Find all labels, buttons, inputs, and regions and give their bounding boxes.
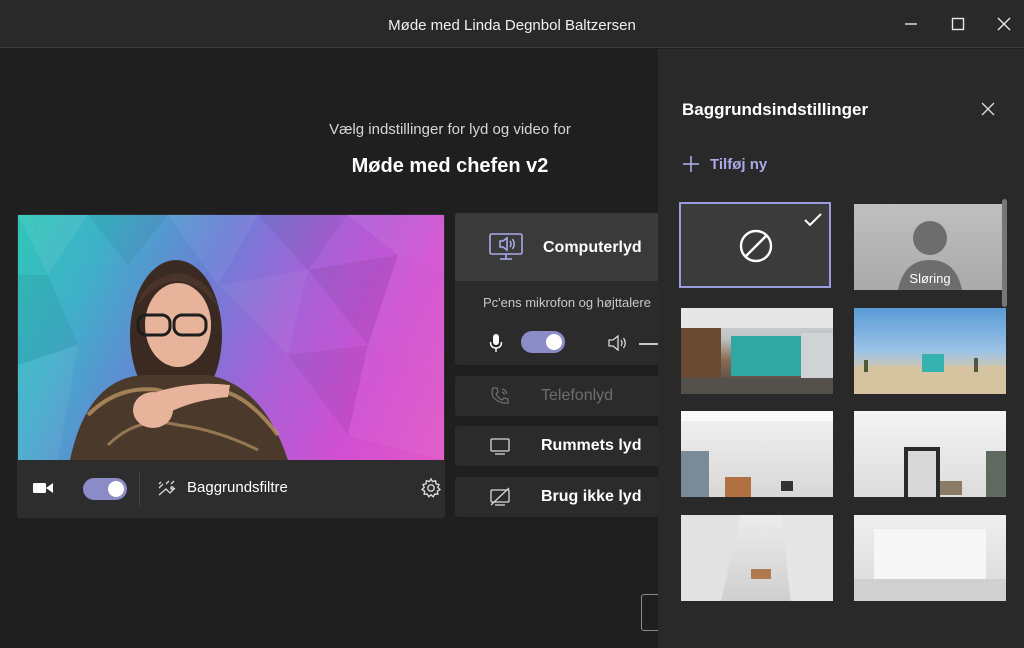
- no-audio-option[interactable]: Brug ikke lyd: [455, 477, 665, 517]
- gear-icon[interactable]: [420, 477, 442, 499]
- phone-audio-label: Telefonlyd: [541, 387, 614, 404]
- meeting-title: Møde med chefen v2: [351, 155, 549, 177]
- room-preview-4: [854, 529, 1006, 601]
- background-blur-option[interactable]: Sløring: [854, 204, 1006, 290]
- blur-label: Sløring: [909, 271, 951, 286]
- panel-title: Baggrundsindstillinger: [682, 100, 869, 119]
- no-audio-icon: [490, 487, 510, 506]
- room-preview-2: [904, 447, 1006, 497]
- plus-icon: [683, 156, 699, 172]
- close-window-button[interactable]: [990, 10, 1018, 38]
- phone-icon: [491, 387, 509, 404]
- maximize-button[interactable]: [944, 10, 972, 38]
- background-room-option-3[interactable]: [681, 515, 833, 601]
- add-new-label: Tilføj ny: [710, 155, 768, 173]
- background-filter-icon: [158, 480, 176, 496]
- speaker-icon: [608, 334, 626, 352]
- microphone-toggle[interactable]: [521, 331, 565, 353]
- person-silhouette: [70, 260, 288, 460]
- room-preview-3: [681, 515, 833, 601]
- close-icon: [997, 17, 1011, 31]
- computer-audio-box[interactable]: Computerlyd Pc'ens mikrofon og højttaler…: [455, 213, 665, 365]
- office-preview: [681, 308, 833, 394]
- video-preview: [18, 215, 444, 460]
- minimize-button[interactable]: [897, 10, 925, 38]
- toggle-knob: [546, 334, 562, 350]
- minimize-icon: [905, 23, 917, 25]
- maximize-icon: [951, 17, 965, 31]
- prejoin-area: Vælg indstillinger for lyd og video for …: [0, 49, 665, 648]
- video-preview-card: Baggrundsfiltre: [17, 214, 445, 518]
- divider: [139, 472, 140, 506]
- background-settings-panel: Baggrundsindstillinger Tilføj ny Sløring: [658, 49, 1024, 648]
- computer-audio-option[interactable]: Computerlyd: [455, 213, 665, 281]
- toggle-knob: [108, 481, 124, 497]
- background-office-option[interactable]: [681, 308, 833, 394]
- camera-toggle[interactable]: [83, 478, 127, 500]
- setup-subtitle: Vælg indstillinger for lyd og video for: [329, 121, 571, 138]
- room-audio-label: Rummets lyd: [541, 437, 642, 454]
- beach-preview: [854, 354, 1006, 394]
- computer-audio-label: Computerlyd: [543, 239, 642, 256]
- camera-icon: [33, 483, 53, 493]
- room-preview-1: [681, 411, 833, 497]
- no-audio-label: Brug ikke lyd: [541, 488, 642, 505]
- room-screen-icon: [490, 438, 510, 455]
- computer-audio-icon: [489, 233, 523, 260]
- computer-audio-description: Pc'ens mikrofon og højttalere: [483, 295, 651, 310]
- checkmark-icon: [804, 213, 822, 227]
- panel-scrollbar[interactable]: [1002, 199, 1007, 307]
- background-beach-option[interactable]: [854, 308, 1006, 394]
- add-new-background-button[interactable]: Tilføj ny: [682, 153, 767, 175]
- close-panel-icon[interactable]: [976, 97, 1000, 121]
- background-room-option-2[interactable]: [854, 411, 1006, 497]
- title-bar: Møde med Linda Degnbol Baltzersen: [0, 0, 1024, 48]
- background-none-option[interactable]: [679, 202, 831, 288]
- window-title: Møde med Linda Degnbol Baltzersen: [388, 17, 636, 34]
- room-audio-option[interactable]: Rummets lyd: [455, 426, 665, 466]
- background-room-option-1[interactable]: [681, 411, 833, 497]
- video-controls: Baggrundsfiltre: [17, 460, 445, 518]
- background-filters-button[interactable]: Baggrundsfiltre: [187, 479, 288, 496]
- phone-audio-option[interactable]: Telefonlyd: [455, 376, 665, 416]
- microphone-icon: [489, 334, 503, 352]
- background-room-option-4[interactable]: [854, 515, 1006, 601]
